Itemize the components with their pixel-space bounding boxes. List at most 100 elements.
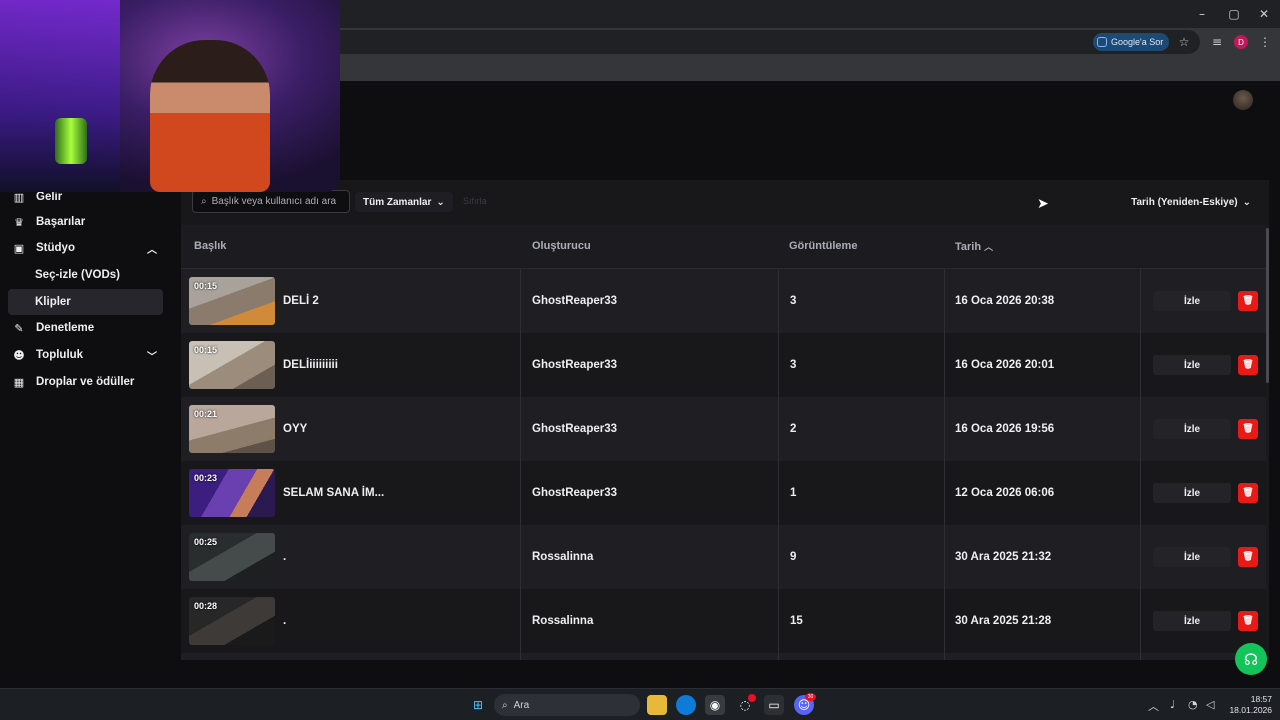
sort-label: Tarih (Yeniden-Eskiye): [1131, 196, 1238, 208]
clip-duration: 00:15: [194, 281, 218, 291]
watch-button[interactable]: İzle: [1153, 483, 1231, 503]
watch-button[interactable]: İzle: [1153, 291, 1231, 311]
clip-duration: 00:25: [194, 537, 218, 547]
delete-icon[interactable]: 🗑: [1238, 419, 1258, 439]
column-divider: [1140, 333, 1141, 397]
profile-avatar[interactable]: D: [1234, 35, 1248, 49]
clip-creator: GhostReaper33: [532, 359, 618, 371]
search-box[interactable]: ⌕: [192, 190, 350, 213]
webcam-streamer: [150, 40, 270, 192]
column-divider: [944, 525, 945, 589]
watch-button[interactable]: İzle: [1153, 547, 1231, 567]
microphone-icon[interactable]: ♩: [1170, 698, 1175, 711]
media-controls-icon[interactable]: ≡: [1208, 33, 1226, 51]
time-range-dropdown[interactable]: Tüm Zamanlar ⌄: [355, 192, 453, 212]
clip-thumbnail[interactable]: 00:15: [189, 341, 275, 389]
clip-date: 16 Oca 2026 19:56: [955, 423, 1055, 435]
column-divider: [520, 653, 521, 660]
clip-duration: 00:15: [194, 345, 218, 355]
table-row[interactable]: 00:15 DELİ 2 GhostReaper33 3 16 Oca 2026…: [181, 269, 1269, 333]
edge-icon[interactable]: [676, 695, 696, 715]
column-divider: [778, 525, 779, 589]
clip-title: OYY: [283, 423, 308, 435]
column-divider: [520, 397, 521, 461]
column-divider: [778, 397, 779, 461]
delete-icon[interactable]: 🗑: [1238, 611, 1258, 631]
sort-dropdown[interactable]: Tarih (Yeniden-Eskiye) ⌄: [1123, 192, 1259, 212]
column-divider: [1140, 461, 1141, 525]
maximize-icon[interactable]: ▢: [1218, 0, 1250, 28]
sidebar-item-droplar[interactable]: ▦ Droplar ve ödüller: [8, 369, 163, 395]
clip-duration: 00:23: [194, 473, 218, 483]
delete-icon[interactable]: 🗑: [1238, 355, 1258, 375]
windows-start-icon[interactable]: ⊞: [468, 695, 488, 715]
delete-icon[interactable]: 🗑: [1238, 291, 1258, 311]
table-row[interactable]: 00:21 OYY GhostReaper33 2 16 Oca 2026 19…: [181, 397, 1269, 461]
scrollbar-thumb[interactable]: [1266, 228, 1269, 383]
chrome-icon[interactable]: ◉: [705, 695, 725, 715]
chart-icon: ▥: [13, 190, 25, 204]
clip-thumbnail[interactable]: 00:25: [189, 533, 275, 581]
delete-icon[interactable]: 🗑: [1238, 483, 1258, 503]
table-row[interactable]: 00:23 SELAM SANA İM... GhostReaper33 1 1…: [181, 461, 1269, 525]
sidebar-item-studyo[interactable]: ▣ Stüdyo ︿: [8, 235, 163, 261]
tray-expand-icon[interactable]: ︿: [1148, 698, 1159, 714]
table-row[interactable]: 00:25 . Rossalinna 9 30 Ara 2025 21:32 İ…: [181, 525, 1269, 589]
support-chat-icon[interactable]: ☊: [1235, 643, 1267, 675]
more-menu-icon[interactable]: ⋮: [1256, 33, 1274, 51]
clip-thumbnail[interactable]: 00:23: [189, 469, 275, 517]
minimize-icon[interactable]: –: [1186, 0, 1218, 28]
column-header-date[interactable]: Tarih ︿: [955, 240, 993, 253]
sidebar-item-denetleme[interactable]: ✎ Denetleme: [8, 315, 163, 341]
table-row[interactable]: 00:28 . Rossalinna 15 30 Ara 2025 21:28 …: [181, 589, 1269, 653]
sidebar-item-topluluk[interactable]: ☻ Topluluk ﹀: [8, 342, 163, 368]
clip-views: 1: [790, 487, 797, 499]
reset-filter-link[interactable]: Sıfırla: [463, 196, 487, 206]
column-divider: [778, 269, 779, 333]
clip-date: 30 Ara 2025 21:28: [955, 615, 1052, 627]
clip-views: 2: [790, 423, 797, 435]
star-icon[interactable]: ☆: [1175, 33, 1193, 51]
delete-icon[interactable]: 🗑: [1238, 547, 1258, 567]
table-row[interactable]: [181, 653, 1269, 660]
sidebar-item-basarilar[interactable]: ♛ Başarılar: [8, 209, 163, 235]
clip-thumbnail[interactable]: 00:21: [189, 405, 275, 453]
search-input[interactable]: [211, 196, 337, 207]
watch-button[interactable]: İzle: [1153, 419, 1231, 439]
wrench-icon: ✎: [14, 321, 24, 335]
people-icon: ☻: [13, 348, 25, 362]
webcam-overlay: [0, 0, 340, 192]
column-divider: [520, 589, 521, 653]
clip-creator: Rossalinna: [532, 615, 594, 627]
close-icon[interactable]: ✕: [1248, 0, 1280, 28]
column-header-creator[interactable]: Oluşturucu: [532, 240, 591, 252]
clip-views: 15: [790, 615, 803, 627]
terminal-icon[interactable]: ▭: [764, 695, 784, 715]
sidebar-item-klipler[interactable]: Klipler: [8, 289, 163, 315]
column-divider: [1140, 525, 1141, 589]
clip-date: 30 Ara 2025 21:32: [955, 551, 1052, 563]
clip-thumbnail[interactable]: 00:15: [189, 277, 275, 325]
column-header-views[interactable]: Görüntüleme: [789, 240, 857, 252]
network-icon[interactable]: ◔: [1188, 698, 1198, 711]
google-sor-button[interactable]: Google'a Sor: [1093, 33, 1170, 51]
table-row[interactable]: 00:15 DELİiiiiiiiii GhostReaper33 3 16 O…: [181, 333, 1269, 397]
column-divider: [1140, 653, 1141, 660]
clip-views: 3: [790, 295, 797, 307]
watch-button[interactable]: İzle: [1153, 611, 1231, 631]
volume-icon[interactable]: ◁: [1206, 698, 1214, 711]
discord-badge: 30: [805, 693, 816, 701]
column-divider: [778, 653, 779, 660]
clock-time: 18:57: [1250, 694, 1272, 704]
column-header-title[interactable]: Başlık: [194, 240, 226, 252]
file-explorer-icon[interactable]: [647, 695, 667, 715]
taskbar-search[interactable]: ⌕ Ara: [494, 694, 640, 716]
user-avatar[interactable]: [1233, 90, 1253, 110]
column-divider: [1140, 269, 1141, 333]
sidebar-item-vods[interactable]: Seç-izle (VODs): [8, 262, 163, 288]
clip-thumbnail[interactable]: 00:28: [189, 597, 275, 645]
column-divider: [1140, 397, 1141, 461]
clip-date: 16 Oca 2026 20:01: [955, 359, 1055, 371]
watch-button[interactable]: İzle: [1153, 355, 1231, 375]
taskbar-clock[interactable]: 18:57 18.01.2026: [1228, 694, 1272, 716]
